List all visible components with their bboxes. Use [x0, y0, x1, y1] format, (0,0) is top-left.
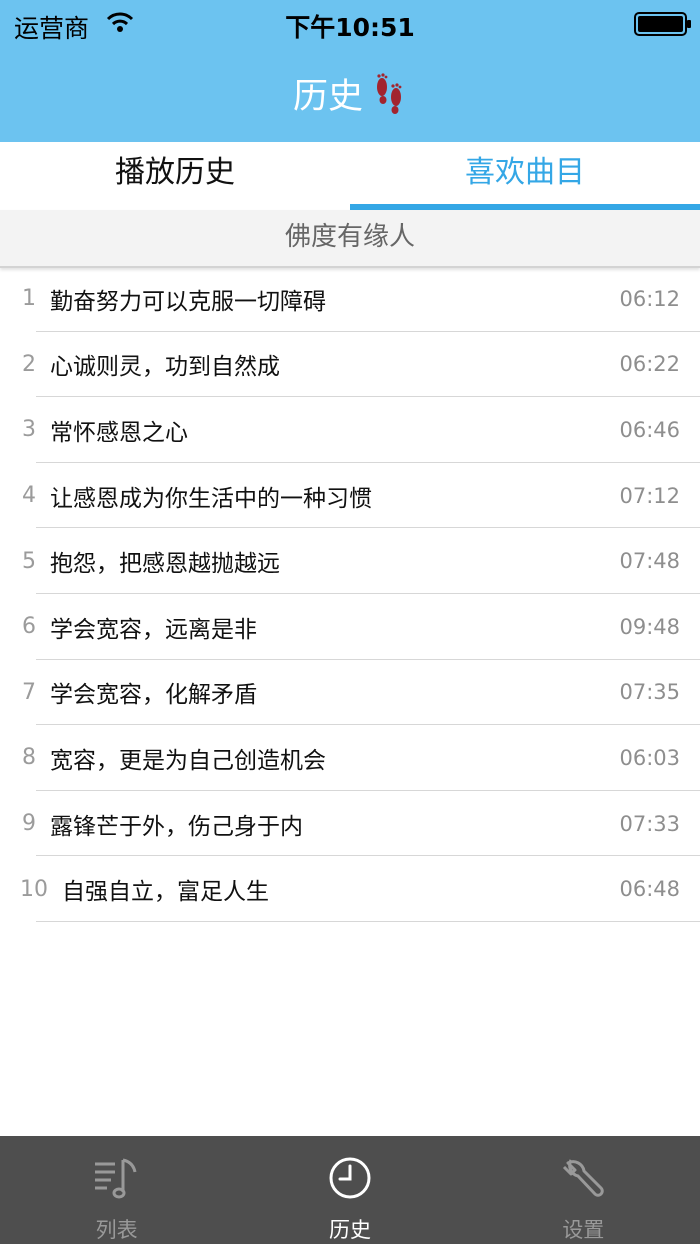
- tabbar-item-list[interactable]: 列表: [0, 1136, 233, 1244]
- header: 运营商 下午10:51 历史: [0, 0, 700, 142]
- list-item[interactable]: 3 常怀感恩之心 06:46: [0, 397, 700, 463]
- wrench-icon: [563, 1159, 605, 1197]
- item-duration: 06:46: [619, 417, 680, 442]
- item-title: 抱怨，把感恩越抛越远: [50, 551, 280, 578]
- item-title: 常怀感恩之心: [50, 419, 188, 446]
- list-item[interactable]: 5 抱怨，把感恩越抛越远 07:48: [0, 528, 700, 594]
- item-title: 勤奋努力可以克服一切障碍: [50, 288, 326, 315]
- list-item[interactable]: 9 露锋芒于外，伤己身于内 07:33: [0, 791, 700, 857]
- tabbar-label: 设置: [562, 1218, 605, 1242]
- item-duration: 07:12: [619, 483, 680, 508]
- item-title: 露锋芒于外，伤己身于内: [50, 813, 303, 840]
- track-list: 1 勤奋努力可以克服一切障碍 06:12 2 心诚则灵，功到自然成 06:22 …: [0, 266, 700, 922]
- item-title: 宽容，更是为自己创造机会: [50, 747, 326, 774]
- item-duration: 06:03: [619, 745, 680, 770]
- item-index: 8: [22, 745, 36, 771]
- music-list-icon: [94, 1158, 137, 1199]
- item-index: 6: [22, 614, 36, 640]
- item-title: 心诚则灵，功到自然成: [50, 354, 280, 381]
- item-duration: 07:33: [619, 811, 680, 836]
- tabbar-label: 历史: [328, 1218, 371, 1242]
- screen: 运营商 下午10:51 历史 播放历史 喜欢曲目 佛度有缘人 1 勤奋努力可以克…: [0, 0, 700, 1244]
- item-title: 让感恩成为你生活中的一种习惯: [50, 485, 372, 512]
- item-title: 学会宽容，化解矛盾: [50, 682, 257, 709]
- item-index: 3: [22, 417, 36, 443]
- segment-tabs: 播放历史 喜欢曲目: [0, 142, 700, 210]
- item-index: 10: [20, 876, 48, 902]
- item-title: 自强自立，富足人生: [62, 879, 269, 906]
- section-header: 佛度有缘人: [0, 210, 700, 268]
- item-index: 2: [22, 351, 36, 377]
- status-time: 下午10:51: [285, 13, 415, 42]
- item-index: 1: [22, 286, 36, 312]
- list-item[interactable]: 7 学会宽容，化解矛盾 07:35: [0, 660, 700, 726]
- page-title: 历史: [292, 76, 363, 117]
- tabbar-item-history[interactable]: 历史: [233, 1136, 466, 1244]
- footprints-icon: [377, 73, 402, 114]
- clock-icon: [329, 1157, 371, 1199]
- tab-bar: 列表 历史 设置: [0, 1136, 700, 1244]
- item-duration: 07:35: [619, 680, 680, 705]
- list-item[interactable]: 4 让感恩成为你生活中的一种习惯 07:12: [0, 463, 700, 529]
- item-index: 9: [22, 811, 36, 837]
- item-duration: 09:48: [619, 614, 680, 639]
- item-duration: 06:12: [619, 286, 680, 311]
- list-item[interactable]: 1 勤奋努力可以克服一切障碍 06:12: [0, 266, 700, 332]
- item-index: 4: [22, 483, 36, 509]
- list-item[interactable]: 6 学会宽容，远离是非 09:48: [0, 594, 700, 660]
- tab-play-history[interactable]: 播放历史: [0, 142, 350, 210]
- item-title: 学会宽容，远离是非: [50, 616, 257, 643]
- item-index: 5: [22, 548, 36, 574]
- list-item[interactable]: 8 宽容，更是为自己创造机会 06:03: [0, 725, 700, 791]
- item-duration: 06:48: [619, 877, 680, 902]
- nav-title: 历史: [0, 68, 700, 118]
- item-index: 7: [22, 679, 36, 705]
- tabbar-label: 列表: [95, 1218, 138, 1242]
- item-duration: 06:22: [619, 352, 680, 377]
- list-item[interactable]: 2 心诚则灵，功到自然成 06:22: [0, 332, 700, 398]
- list-item[interactable]: 10 自强自立，富足人生 06:48: [0, 856, 700, 922]
- battery-icon: [634, 12, 691, 36]
- item-duration: 07:48: [619, 549, 680, 574]
- tabbar-item-settings[interactable]: 设置: [467, 1136, 700, 1244]
- status-bar: 运营商 下午10:51: [0, 0, 700, 48]
- tab-favorites[interactable]: 喜欢曲目: [350, 142, 700, 210]
